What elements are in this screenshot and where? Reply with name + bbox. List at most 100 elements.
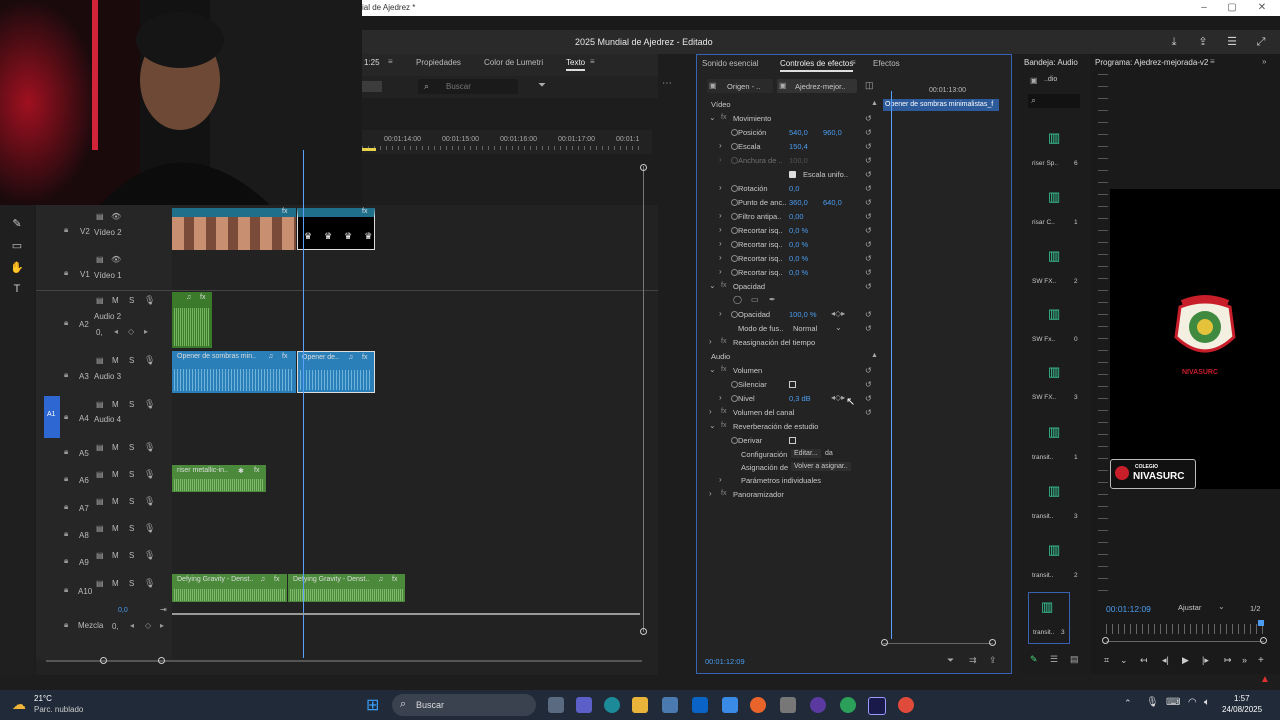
filmstrip-icon[interactable]: ▤ bbox=[96, 443, 104, 452]
param-value[interactable]: 0,0 % bbox=[789, 240, 808, 249]
param-value[interactable]: 960,0 bbox=[823, 128, 842, 137]
pen-tool-icon[interactable]: ✎ bbox=[10, 217, 24, 231]
mark-out-icon[interactable]: ↦ bbox=[1224, 655, 1232, 666]
reset-icon[interactable]: ↺ bbox=[865, 226, 875, 235]
mic-icon[interactable]: 🎙︎ bbox=[144, 469, 155, 480]
quick-export-icon[interactable]: ⤓ bbox=[1167, 35, 1181, 49]
clock-date[interactable]: 24/08/2025 bbox=[1222, 705, 1262, 714]
mute-button[interactable]: M bbox=[112, 443, 119, 452]
play-icon[interactable]: ▶ bbox=[1182, 655, 1189, 666]
stopwatch-icon[interactable] bbox=[731, 143, 738, 150]
clock-time[interactable]: 1:57 bbox=[1234, 694, 1250, 703]
reset-icon[interactable]: ↺ bbox=[865, 128, 875, 137]
store-icon[interactable] bbox=[662, 697, 678, 713]
stopwatch-icon[interactable] bbox=[731, 395, 738, 402]
chevron-up-icon[interactable]: ⌃ bbox=[1124, 698, 1132, 709]
stopwatch-icon[interactable] bbox=[731, 381, 738, 388]
chevron-right-icon[interactable]: › bbox=[709, 407, 712, 416]
stopwatch-icon[interactable] bbox=[731, 437, 738, 444]
reassign-button[interactable]: Volver a asignar.. bbox=[791, 462, 851, 471]
reset-icon[interactable]: ↺ bbox=[865, 170, 875, 179]
effect-row-panoramizador[interactable]: › fx Panoramizador bbox=[697, 488, 877, 502]
program-ruler[interactable] bbox=[1106, 624, 1264, 634]
scroll-handle[interactable] bbox=[640, 628, 647, 635]
bin-item[interactable]: ▥ transit.. 2 bbox=[1028, 542, 1084, 586]
reset-icon[interactable]: ↺ bbox=[865, 142, 875, 151]
lock-icon[interactable]: 🔒︎ bbox=[64, 225, 68, 235]
audio-clip-a10-1[interactable]: Defying Gravity - Denst.. ♫ fx bbox=[172, 574, 287, 602]
more-icon[interactable]: » bbox=[1242, 655, 1247, 665]
zoom-handle-right[interactable] bbox=[158, 657, 165, 664]
solo-button[interactable]: S bbox=[129, 443, 134, 452]
stopwatch-icon[interactable] bbox=[731, 185, 738, 192]
premiere-pro-icon[interactable] bbox=[868, 697, 886, 715]
checkbox[interactable] bbox=[789, 437, 796, 444]
keyframe-next-icon[interactable]: ▸ bbox=[160, 621, 164, 630]
expand-panels-icon[interactable]: » bbox=[1262, 57, 1266, 66]
filmstrip-icon[interactable]: ▤ bbox=[96, 212, 104, 221]
keyframe-nav-icon[interactable]: ◂◇▸ bbox=[831, 393, 845, 402]
bin-item[interactable]: ▥ SW FX.. 3 bbox=[1028, 364, 1084, 408]
source-patch-a1[interactable]: A1 bbox=[44, 396, 60, 438]
program-zoom-bar[interactable] bbox=[1106, 641, 1264, 642]
effect-row-punto-anclaje[interactable]: Punto de anc.. 360,0 640,0 bbox=[697, 196, 877, 210]
ellipse-mask-icon[interactable]: ◯ bbox=[733, 295, 742, 304]
obs-icon[interactable] bbox=[810, 697, 826, 713]
reset-icon[interactable]: ↺ bbox=[865, 198, 875, 207]
eye-icon[interactable]: 👁︎ bbox=[111, 212, 121, 221]
bin-item[interactable]: ▥ risar C.. 1 bbox=[1028, 189, 1084, 233]
todo-icon[interactable] bbox=[722, 697, 738, 713]
reset-icon[interactable]: ↺ bbox=[865, 240, 875, 249]
effect-row-escala-uniforme[interactable]: Escala unifo.. bbox=[697, 168, 877, 182]
effect-row-opacidad-header[interactable]: ⌄ fx Opacidad bbox=[697, 280, 877, 294]
filmstrip-icon[interactable]: ▤ bbox=[96, 524, 104, 533]
keyframe-icon[interactable]: ◇ bbox=[145, 621, 151, 630]
edge-icon[interactable] bbox=[604, 697, 620, 713]
maximize-icon[interactable]: ▢ bbox=[1226, 2, 1238, 14]
more-icon[interactable]: ⋯ bbox=[662, 78, 672, 89]
mute-button[interactable]: M bbox=[112, 524, 119, 533]
mute-button[interactable]: M bbox=[112, 497, 119, 506]
keyframe-prev-icon[interactable]: ◂ bbox=[130, 621, 134, 630]
clip-bar[interactable]: Opener de sombras minimalistas_f bbox=[883, 99, 999, 111]
folder-icon[interactable]: ▣ bbox=[1030, 76, 1038, 85]
lock-icon[interactable]: 🔒︎ bbox=[64, 620, 68, 630]
effect-row-derivar[interactable]: Derivar bbox=[697, 434, 877, 448]
reset-icon[interactable]: ↺ bbox=[865, 114, 875, 123]
warning-icon[interactable]: ▲ bbox=[1260, 674, 1270, 685]
tab-sonido-esencial[interactable]: Sonido esencial bbox=[702, 59, 758, 68]
reset-icon[interactable]: ↺ bbox=[865, 268, 875, 277]
chevron-right-icon[interactable]: › bbox=[719, 141, 722, 150]
effect-row-recortar[interactable]: › Recortar isq.. 0,0 % bbox=[697, 224, 877, 238]
timeline-ruler[interactable]: 00:01:14:00 00:01:15:00 00:01:16:00 00:0… bbox=[362, 130, 652, 154]
filmstrip-icon[interactable]: ▤ bbox=[96, 296, 104, 305]
menu-icon[interactable]: ≡ bbox=[388, 57, 393, 66]
effect-row-filtro[interactable]: › Filtro antipa.. 0,00 bbox=[697, 210, 877, 224]
taskbar-search[interactable]: ⌕ Buscar bbox=[392, 694, 536, 716]
lock-icon[interactable]: 🔒︎ bbox=[64, 370, 68, 380]
param-value[interactable]: 100,0 % bbox=[789, 310, 817, 319]
param-value[interactable]: 0,3 dB bbox=[789, 394, 811, 403]
rectangle-mask-icon[interactable]: ▭ bbox=[751, 295, 759, 304]
menu-icon[interactable]: ☰ bbox=[1225, 35, 1239, 49]
reset-icon[interactable]: ↺ bbox=[865, 254, 875, 263]
scroll-handle[interactable] bbox=[640, 164, 647, 171]
filter-icon[interactable]: ⏷ bbox=[538, 80, 546, 91]
vertical-scrollbar[interactable] bbox=[643, 166, 644, 632]
mute-button[interactable]: M bbox=[112, 356, 119, 365]
param-value[interactable]: 640,0 bbox=[823, 198, 842, 207]
menu-icon[interactable]: ≡ bbox=[851, 58, 856, 67]
audio-clip-a6[interactable]: riser metallic-in.. ✱ fx bbox=[172, 465, 266, 492]
mute-button[interactable]: M bbox=[112, 470, 119, 479]
param-value[interactable]: 0,0 % bbox=[789, 254, 808, 263]
task-view-icon[interactable] bbox=[548, 697, 564, 713]
mute-button[interactable]: M bbox=[112, 400, 119, 409]
lock-icon[interactable]: 🔒︎ bbox=[64, 447, 68, 457]
param-value[interactable]: 540,0 bbox=[789, 128, 808, 137]
solo-button[interactable]: S bbox=[129, 497, 134, 506]
program-playhead[interactable] bbox=[1258, 620, 1264, 626]
windows-start-icon[interactable]: ⊞ bbox=[366, 695, 379, 715]
reset-icon[interactable]: ↺ bbox=[865, 394, 875, 403]
audio-clip-a3-2[interactable]: Opener de.. ♫ fx bbox=[297, 351, 375, 393]
lock-icon[interactable]: 🔒︎ bbox=[64, 474, 68, 484]
